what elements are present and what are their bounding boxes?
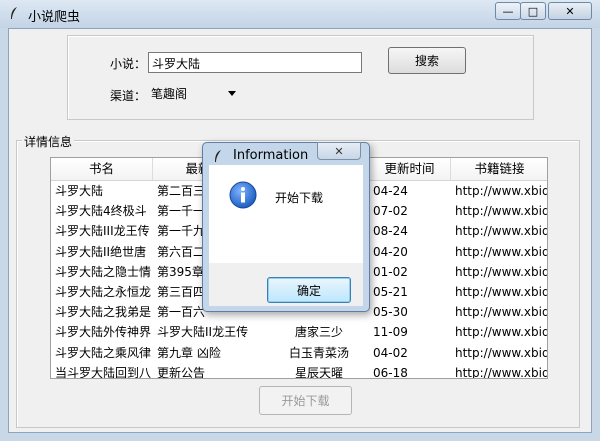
cell-link: http://www.xbiq	[455, 184, 548, 198]
close-icon: ✕	[334, 144, 344, 158]
cell-link: http://www.xbiq	[455, 264, 548, 279]
cell-chapter: 斗罗大陆II龙王传	[157, 325, 249, 340]
table-row[interactable]: 斗罗大陆之乘风律 第九章 凶险 白玉青菜汤 04-02 http://www.xbiq	[51, 343, 548, 363]
ok-button[interactable]: 确定	[267, 277, 351, 303]
cell-author: 星辰天曜	[294, 365, 343, 379]
close-icon: ✕	[565, 4, 575, 18]
cell-time: 06-18	[373, 365, 408, 379]
cell-name: 斗罗大陆之乘风律	[55, 345, 152, 360]
cell-link: http://www.xbiq	[455, 365, 548, 379]
information-dialog: Information ✕ 开始下载 确定	[202, 142, 370, 312]
feather-icon	[11, 7, 17, 19]
cell-time: 07-02	[373, 204, 408, 219]
column-header-link[interactable]: 书籍链接	[451, 158, 547, 180]
table-row[interactable]: 当斗罗大陆回到八 更新公告 星辰天曜 06-18 http://www.xbiq	[51, 363, 548, 379]
minimize-icon: —	[502, 4, 514, 18]
table-row[interactable]: 斗罗大陆外传神界 斗罗大陆II龙王传 唐家三少 11-09 http://www.xbi…	[51, 322, 548, 342]
search-button-label: 搜索	[414, 54, 439, 68]
window-title: 小说爬虫	[28, 10, 81, 25]
cell-author: 白玉青菜汤	[288, 345, 349, 360]
cell-link: http://www.xbiq	[455, 244, 548, 259]
cell-time: 08-24	[373, 224, 408, 239]
cell-author: 唐家三少	[294, 325, 343, 340]
cell-link: http://www.xbiq	[455, 345, 548, 360]
cell-link: http://www.xbiq	[455, 285, 548, 299]
cell-time: 01-02	[373, 264, 408, 279]
cell-time: 04-24	[373, 184, 408, 198]
cell-time: 11-09	[373, 325, 408, 340]
column-header-time[interactable]: 更新时间	[369, 158, 451, 180]
details-legend: 详情信息	[22, 133, 75, 150]
dialog-close-button[interactable]: ✕	[317, 142, 361, 160]
cell-name: 当斗罗大陆回到八	[55, 365, 152, 379]
cell-name: 斗罗大陆之隐士情	[55, 264, 152, 279]
cell-name: 斗罗大陆之我弟是	[55, 305, 152, 320]
dialog-message: 开始下载	[275, 191, 324, 205]
column-header-name[interactable]: 书名	[51, 158, 153, 180]
maximize-button[interactable]: □	[520, 2, 546, 20]
cell-link: http://www.xbiq	[455, 305, 548, 320]
feather-icon	[215, 150, 221, 162]
cell-time: 05-21	[373, 285, 408, 299]
cell-name: 斗罗大陆	[55, 184, 104, 198]
search-button[interactable]: 搜索	[388, 47, 466, 74]
cell-link: http://www.xbiq	[455, 224, 548, 239]
cell-name: 斗罗大陆III龙王传	[55, 224, 150, 239]
cell-link: http://www.xbiq	[455, 204, 548, 219]
cell-time: 04-02	[373, 345, 408, 360]
novel-input[interactable]: 斗罗大陆	[148, 52, 362, 73]
app-window: 小说爬虫 — □ ✕ 小说： 斗罗大陆 搜索 渠道： 笔趣阁 详情信息 书名 最…	[0, 0, 600, 441]
cell-time: 04-20	[373, 244, 408, 259]
cell-name: 斗罗大陆外传神界	[55, 325, 152, 340]
cell-link: http://www.xbiq	[455, 325, 548, 340]
cell-name: 斗罗大陆之永恒龙	[55, 285, 152, 299]
dialog-title: Information	[233, 148, 309, 163]
title-bar: 小说爬虫 — □ ✕	[0, 0, 600, 28]
start-download-button[interactable]: 开始下载	[259, 386, 352, 415]
cell-name: 斗罗大陆II绝世唐	[55, 244, 147, 259]
minimize-button[interactable]: —	[495, 2, 521, 20]
maximize-icon: □	[527, 4, 539, 18]
ok-button-label: 确定	[296, 283, 321, 298]
cell-time: 05-30	[373, 305, 408, 320]
cell-name: 斗罗大陆4终极斗	[55, 204, 147, 219]
chevron-down-icon	[228, 91, 236, 96]
channel-select[interactable]: 笔趣阁	[148, 83, 241, 104]
close-button[interactable]: ✕	[548, 2, 592, 20]
novel-label: 小说：	[110, 57, 147, 71]
channel-label: 渠道：	[110, 89, 147, 103]
info-icon	[229, 181, 257, 209]
cell-chapter: 第九章 凶险	[157, 345, 221, 360]
start-download-label: 开始下载	[281, 394, 330, 408]
cell-chapter: 更新公告	[157, 365, 206, 379]
channel-value: 笔趣阁	[151, 87, 188, 101]
